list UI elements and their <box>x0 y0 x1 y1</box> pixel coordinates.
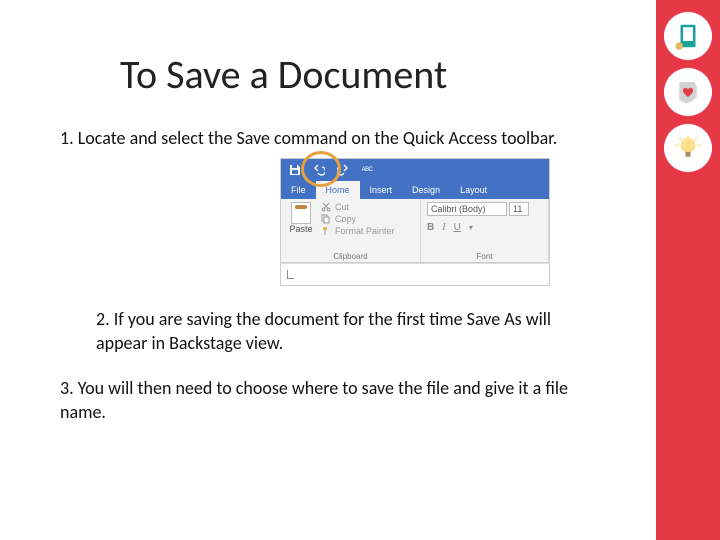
format-painter-button[interactable]: Format Painter <box>321 226 395 236</box>
paste-button[interactable]: Paste <box>287 202 315 236</box>
undo-icon[interactable] <box>313 164 325 176</box>
copy-button[interactable]: Copy <box>321 214 395 224</box>
clipboard-group: Paste Cut Copy <box>281 199 421 262</box>
scissors-icon <box>321 202 331 212</box>
tab-home[interactable]: Home <box>316 181 360 199</box>
format-painter-label: Format Painter <box>335 226 395 236</box>
word-screenshot: ABC File Home Insert Design Layout Paste <box>280 158 550 286</box>
ohio-heart-icon <box>664 68 712 116</box>
slide-title: To Save a Document <box>120 50 640 99</box>
tab-layout[interactable]: Layout <box>450 181 497 199</box>
abc-icon[interactable]: ABC <box>361 164 373 176</box>
clipboard-group-label: Clipboard <box>287 252 414 261</box>
copy-label: Copy <box>335 214 356 224</box>
copy-icon <box>321 214 331 224</box>
slide: To Save a Document 1. Locate and select … <box>0 0 720 540</box>
document-area <box>281 263 549 285</box>
bold-button[interactable]: B <box>427 222 434 233</box>
font-size-select[interactable]: 11 <box>509 202 529 216</box>
step-3-text: 3. You will then need to choose where to… <box>60 377 600 424</box>
cut-label: Cut <box>335 202 349 212</box>
decorative-sidebar <box>656 0 720 540</box>
step-1-text: 1. Locate and select the Save command on… <box>60 127 600 150</box>
touch-icon <box>664 12 712 60</box>
paste-label: Paste <box>289 224 312 234</box>
quick-access-toolbar: ABC <box>281 159 549 181</box>
tab-insert[interactable]: Insert <box>360 181 403 199</box>
save-icon[interactable] <box>289 164 301 176</box>
tab-file[interactable]: File <box>281 181 316 199</box>
brush-icon <box>321 226 331 236</box>
font-name-select[interactable]: Calibri (Body) <box>427 202 507 216</box>
step-2-text: 2. If you are saving the document for th… <box>96 308 596 355</box>
tab-design[interactable]: Design <box>402 181 450 199</box>
ribbon-body: Paste Cut Copy <box>281 199 549 263</box>
more-font-icon[interactable]: ▾ <box>469 223 473 232</box>
paste-icon <box>291 202 311 224</box>
underline-button[interactable]: U <box>454 222 461 233</box>
font-group-label: Font <box>427 252 542 261</box>
font-group: Calibri (Body) 11 B I U ▾ Font <box>421 199 549 262</box>
cut-button[interactable]: Cut <box>321 202 395 212</box>
redo-icon[interactable] <box>337 164 349 176</box>
italic-button[interactable]: I <box>442 222 445 233</box>
lightbulb-icon <box>664 124 712 172</box>
ribbon-tabs: File Home Insert Design Layout <box>281 181 549 199</box>
